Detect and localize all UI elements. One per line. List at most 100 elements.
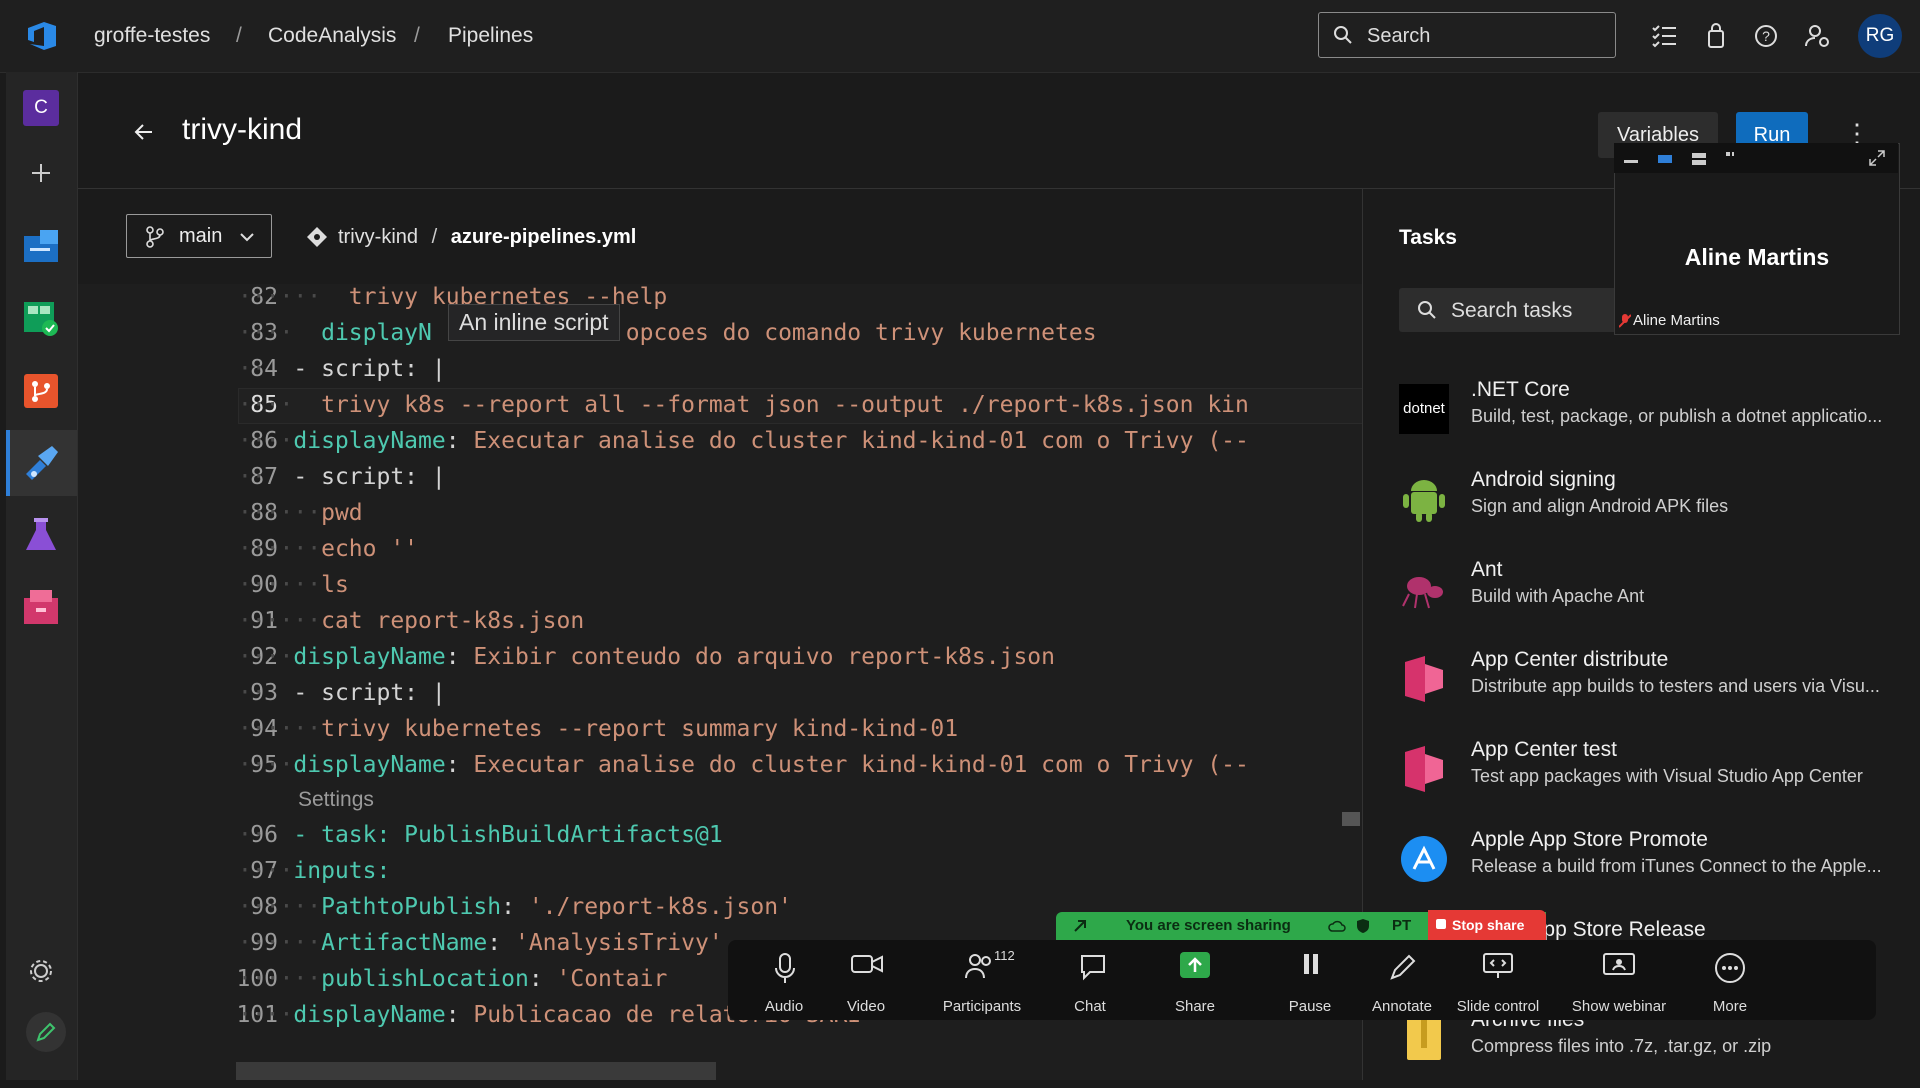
code-line: ······cat report-k8s.json	[238, 608, 585, 634]
breadcrumb-project[interactable]: CodeAnalysis	[268, 24, 396, 48]
code-line: ···· displayN opcoes do comando trivy ku…	[238, 320, 1097, 346]
task-item-ant[interactable]: Ant Build with Apache Ant	[1399, 558, 1899, 638]
horizontal-scrollbar[interactable]	[236, 1062, 716, 1080]
help-icon[interactable]: ?	[1752, 22, 1780, 50]
view-mode-icons[interactable]	[1624, 151, 1734, 167]
code-line: ······PathtoPublish: './report-k8s.json'	[238, 894, 792, 920]
app-center-icon	[1405, 746, 1443, 792]
search-icon	[1334, 26, 1352, 44]
branch-selector[interactable]: main	[126, 214, 272, 258]
search-label: Search	[1367, 25, 1431, 47]
project-avatar[interactable]: C	[23, 90, 59, 126]
code-line: ·· - script: |	[238, 680, 446, 706]
code-line: ·· - script: |	[238, 356, 446, 382]
app-center-icon	[1405, 656, 1443, 702]
pause-button[interactable]: Pause	[1262, 940, 1358, 1020]
task-name: Apple App Store Promote	[1471, 828, 1708, 851]
task-item-apple-app-store-promote[interactable]: Apple App Store Promote Release a build …	[1399, 828, 1899, 908]
task-name: Ant	[1471, 558, 1503, 581]
edit-pencil-button[interactable]	[26, 1012, 66, 1052]
pipelines-icon[interactable]	[22, 444, 60, 482]
archive-icon	[1407, 1018, 1441, 1060]
code-line: ······echo ''	[238, 536, 419, 562]
code-line: ····displayName: Exibir conteudo do arqu…	[238, 644, 1056, 670]
task-name: App Center test	[1471, 738, 1617, 761]
search-icon	[1418, 301, 1436, 319]
chevron-down-icon	[240, 233, 254, 242]
stop-share-button[interactable]: Stop share	[1428, 910, 1546, 940]
breadcrumb-separator: /	[236, 24, 242, 47]
share-button[interactable]: Share	[1140, 940, 1250, 1020]
video-button[interactable]: Video	[818, 940, 914, 1020]
participants-label: Participants	[942, 998, 1022, 1015]
breadcrumb-section[interactable]: Pipelines	[448, 24, 533, 48]
annotate-button[interactable]: Annotate	[1354, 940, 1450, 1020]
task-item-app-center-test[interactable]: App Center test Test app packages with V…	[1399, 738, 1899, 818]
task-item-archive-files[interactable]: Archive files Compress files into .7z, .…	[1399, 1008, 1899, 1088]
global-search[interactable]: Search	[1318, 12, 1616, 58]
dotnet-icon: dotnet	[1399, 384, 1449, 434]
file-name: azure-pipelines.yml	[450, 226, 637, 248]
editor-scrollbar-thumb[interactable]	[1342, 812, 1360, 826]
sharing-arrow-icon	[1074, 920, 1086, 932]
stop-share-label: Stop share	[1452, 917, 1525, 933]
language-label[interactable]: PT	[1392, 917, 1411, 934]
pause-icon	[1304, 954, 1318, 974]
user-avatar[interactable]: RG	[1858, 14, 1902, 58]
microphone-icon	[775, 953, 795, 983]
annotate-label: Annotate	[1371, 998, 1433, 1015]
task-description: Distribute app builds to testers and use…	[1471, 676, 1880, 696]
repos-icon[interactable]	[22, 372, 60, 410]
task-item-android-signing[interactable]: Android signing Sign and align Android A…	[1399, 468, 1899, 548]
more-icon	[1715, 953, 1745, 983]
file-path: trivy-kind / azure-pipelines.yml	[338, 226, 636, 249]
show-webinar-icon	[1603, 953, 1635, 975]
left-navigation	[6, 72, 78, 1080]
expand-icon[interactable]	[1868, 149, 1886, 167]
shopping-bag-icon[interactable]	[1702, 22, 1730, 50]
more-button[interactable]: More	[1682, 940, 1778, 1020]
code-line: ······ls	[238, 572, 349, 598]
chat-button[interactable]: Chat	[1042, 940, 1138, 1020]
task-description: Release a build from iTunes Connect to t…	[1471, 856, 1882, 876]
overview-icon[interactable]	[22, 228, 60, 266]
test-plans-icon[interactable]	[22, 516, 60, 554]
show-webinar-button[interactable]: Show webinar	[1558, 940, 1680, 1020]
breadcrumb-org[interactable]: groffe-testes	[94, 24, 210, 48]
video-label: Video	[846, 998, 886, 1015]
code-line: ······publishLocation: 'Contair	[238, 966, 668, 992]
repo-name[interactable]: trivy-kind	[338, 226, 418, 248]
code-line: ·· - task: PublishBuildArtifacts@1	[238, 822, 723, 848]
android-icon	[1403, 480, 1445, 522]
branch-name: main	[179, 225, 223, 247]
slide-control-button[interactable]: Slide control	[1440, 940, 1556, 1020]
task-description: Build, test, package, or publish a dotne…	[1471, 406, 1883, 426]
page-title: trivy-kind	[182, 113, 303, 146]
code-line: ······pwd	[238, 500, 363, 526]
boards-icon[interactable]	[22, 300, 60, 338]
task-item-app-center-distribute[interactable]: App Center distribute Distribute app bui…	[1399, 648, 1899, 728]
search-tasks-placeholder: Search tasks	[1451, 299, 1573, 322]
codelens-settings[interactable]: Settings	[298, 788, 374, 812]
settings-gear-icon[interactable]	[22, 952, 60, 990]
video-tile-controls	[1614, 143, 1898, 173]
add-icon[interactable]	[22, 154, 60, 192]
artifacts-icon[interactable]	[22, 588, 60, 626]
code-line: ···· trivy k8s --report all --format jso…	[238, 392, 1249, 418]
task-item-dotnet-core[interactable]: dotnet .NET Core Build, test, package, o…	[1399, 378, 1899, 458]
back-arrow-icon[interactable]	[132, 120, 156, 144]
code-line: ····displayName: Executar analise do clu…	[238, 752, 1249, 778]
user-settings-icon[interactable]	[1804, 22, 1832, 50]
participant-name: Aline Martins	[1684, 244, 1830, 270]
task-list-icon[interactable]	[1650, 22, 1678, 50]
task-name: .NET Core	[1471, 378, 1570, 401]
task-name: Android signing	[1471, 468, 1616, 491]
tasks-title: Tasks	[1399, 226, 1457, 249]
code-line: ····inputs:	[238, 858, 391, 884]
participants-button[interactable]: 112 Participants	[924, 940, 1040, 1020]
cloud-icon	[1328, 920, 1346, 932]
svg-text:?: ?	[1762, 28, 1770, 44]
task-description: Sign and align Android APK files	[1471, 496, 1729, 516]
share-label: Share	[1174, 998, 1216, 1015]
azure-devops-logo-icon[interactable]	[24, 18, 60, 54]
